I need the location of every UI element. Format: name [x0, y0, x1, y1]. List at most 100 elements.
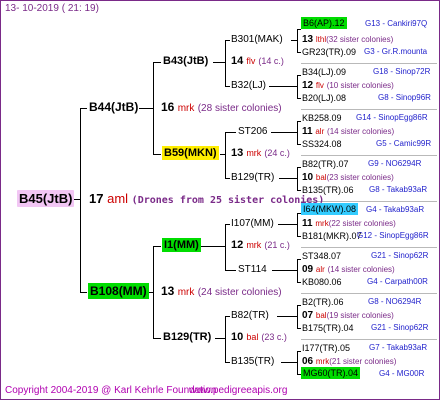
queen-node[interactable]: KB258.09	[302, 114, 342, 123]
drone-note: (14 c.)	[258, 56, 284, 66]
connector	[297, 282, 301, 283]
queen-node[interactable]: I64(MKW).08	[301, 203, 359, 215]
row-divider	[301, 109, 437, 110]
queen-name: B45(JtB)	[17, 190, 75, 207]
connector	[80, 292, 87, 293]
queen-node[interactable]: B82(TR).07	[302, 160, 349, 169]
queen-node[interactable]: B129(TR)	[231, 173, 274, 183]
queen-name: B181(MKR).07	[302, 231, 362, 241]
drone-note: (14 sister colonies)	[327, 127, 395, 136]
connector	[297, 167, 301, 168]
drone-note: (24 sister colonies)	[197, 287, 282, 298]
queen-node[interactable]: B108(MM)	[88, 283, 149, 299]
queen-node[interactable]: GR23(TR).09	[302, 48, 356, 57]
queen-node[interactable]: MG60(TR).04	[301, 367, 361, 379]
queen-node[interactable]: ST114	[238, 265, 267, 275]
queen-node-root[interactable]: B45(JtB)	[17, 190, 75, 207]
queen-node[interactable]: ST348.07	[302, 252, 341, 261]
queen-name: B20(LJ).08	[302, 93, 347, 103]
queen-node[interactable]: B129(TR)	[163, 332, 211, 343]
queen-node[interactable]: KB080.06	[302, 278, 342, 287]
queen-name: I64(MKW).08	[301, 203, 359, 215]
drone-note: (23 c.)	[261, 332, 287, 342]
queen-name: B2(TR).06	[302, 297, 344, 307]
connector	[153, 62, 161, 63]
connector	[269, 86, 298, 87]
location: G4 - Takab93aR	[366, 205, 425, 214]
drone-info: 10 bal(23 sister colonies)	[302, 173, 394, 183]
location: G8 - Sinop96R	[378, 93, 431, 102]
location: G12 - SinopEgg86R	[357, 231, 429, 240]
queen-node[interactable]: B59(MKN)	[162, 146, 219, 160]
connector	[220, 154, 226, 155]
queen-name: B34(LJ).09	[302, 67, 347, 77]
queen-node[interactable]: I107(MM)	[231, 219, 274, 229]
queen-node[interactable]: B32(LJ)	[231, 81, 266, 91]
connector	[215, 338, 226, 339]
queen-name: B108(MM)	[88, 283, 149, 299]
drone-code: mrk	[246, 148, 262, 158]
queen-name: ST348.07	[302, 251, 342, 261]
queen-node[interactable]: B43(JtB)	[163, 56, 208, 67]
queen-node[interactable]: B44(JtB)	[89, 101, 138, 113]
queen-node[interactable]: B82(TR)	[231, 311, 269, 321]
drone-note: (23 sister colonies)	[326, 173, 394, 182]
drone-code: aml	[107, 191, 129, 206]
connector	[225, 316, 230, 317]
row-divider	[301, 339, 437, 340]
queen-name: B135(TR).06	[302, 185, 354, 195]
queen-name: ST114	[238, 264, 267, 275]
drone-count: 12	[302, 80, 314, 91]
location: G8 - Takab93aR	[369, 185, 428, 194]
queen-name: B32(LJ)	[231, 80, 267, 91]
queen-node[interactable]: B34(LJ).09	[302, 68, 346, 77]
report-date: 13- 10-2019 ( 21: 19)	[5, 3, 99, 14]
site-url[interactable]: www.pedigreeapis.org	[189, 386, 287, 396]
copyright: Copyright 2004-2019 @ Karl Kehrle Founda…	[5, 385, 217, 396]
connector	[297, 351, 301, 352]
queen-name: I107(MM)	[231, 218, 274, 229]
location: G21 - Sinop62R	[371, 251, 429, 260]
drone-note: (10 sister colonies)	[326, 81, 394, 90]
connector	[139, 108, 154, 109]
drone-count: 13	[161, 284, 175, 298]
drone-note: (24 c.)	[264, 148, 290, 158]
queen-node[interactable]: B301(MAK)	[231, 35, 283, 45]
connector	[297, 52, 301, 53]
location: G3 - Gr.R.mounta	[364, 47, 428, 56]
queen-node[interactable]: B181(MKR).07	[302, 232, 362, 241]
drone-count: 11	[302, 218, 313, 229]
connector	[225, 362, 230, 363]
connector	[297, 144, 301, 145]
drone-note: (Drones from 25 sister colonies)	[131, 195, 325, 206]
queen-node[interactable]: B20(LJ).08	[302, 94, 346, 103]
row-divider	[301, 63, 437, 64]
drone-info: 13 mrk (24 c.)	[231, 148, 290, 159]
location: G5 - Camic99R	[376, 139, 432, 148]
queen-node[interactable]: ST206	[238, 127, 267, 137]
queen-node[interactable]: B175(TR).04	[302, 324, 354, 333]
location: G8 - NO6294R	[368, 297, 422, 306]
queen-node[interactable]: I177(TR).05	[302, 344, 350, 353]
drone-code: mrk	[315, 219, 329, 228]
drone-count: 13	[302, 34, 314, 45]
queen-name: I1(MM)	[162, 238, 201, 252]
queen-node[interactable]: SS324.08	[302, 140, 342, 149]
drone-count: 11	[302, 126, 313, 137]
location: G18 - Sinop72R	[373, 67, 431, 76]
queen-name: KB080.06	[302, 277, 342, 287]
queen-name: B129(TR)	[231, 172, 275, 183]
connector	[277, 316, 298, 317]
queen-node[interactable]: B135(TR)	[231, 357, 274, 367]
queen-name: B82(TR).07	[302, 159, 349, 169]
drone-count: 14	[231, 55, 244, 67]
drone-count: 16	[161, 100, 175, 114]
queen-node[interactable]: B2(TR).06	[302, 298, 344, 307]
connector	[297, 328, 301, 329]
drone-code: flv	[315, 81, 324, 90]
location: G4 - MG00R	[379, 369, 425, 378]
queen-node[interactable]: I1(MM)	[162, 238, 201, 252]
queen-node[interactable]: B6(AP).12	[301, 17, 347, 29]
queen-name: B301(MAK)	[231, 34, 283, 45]
queen-node[interactable]: B135(TR).06	[302, 186, 354, 195]
